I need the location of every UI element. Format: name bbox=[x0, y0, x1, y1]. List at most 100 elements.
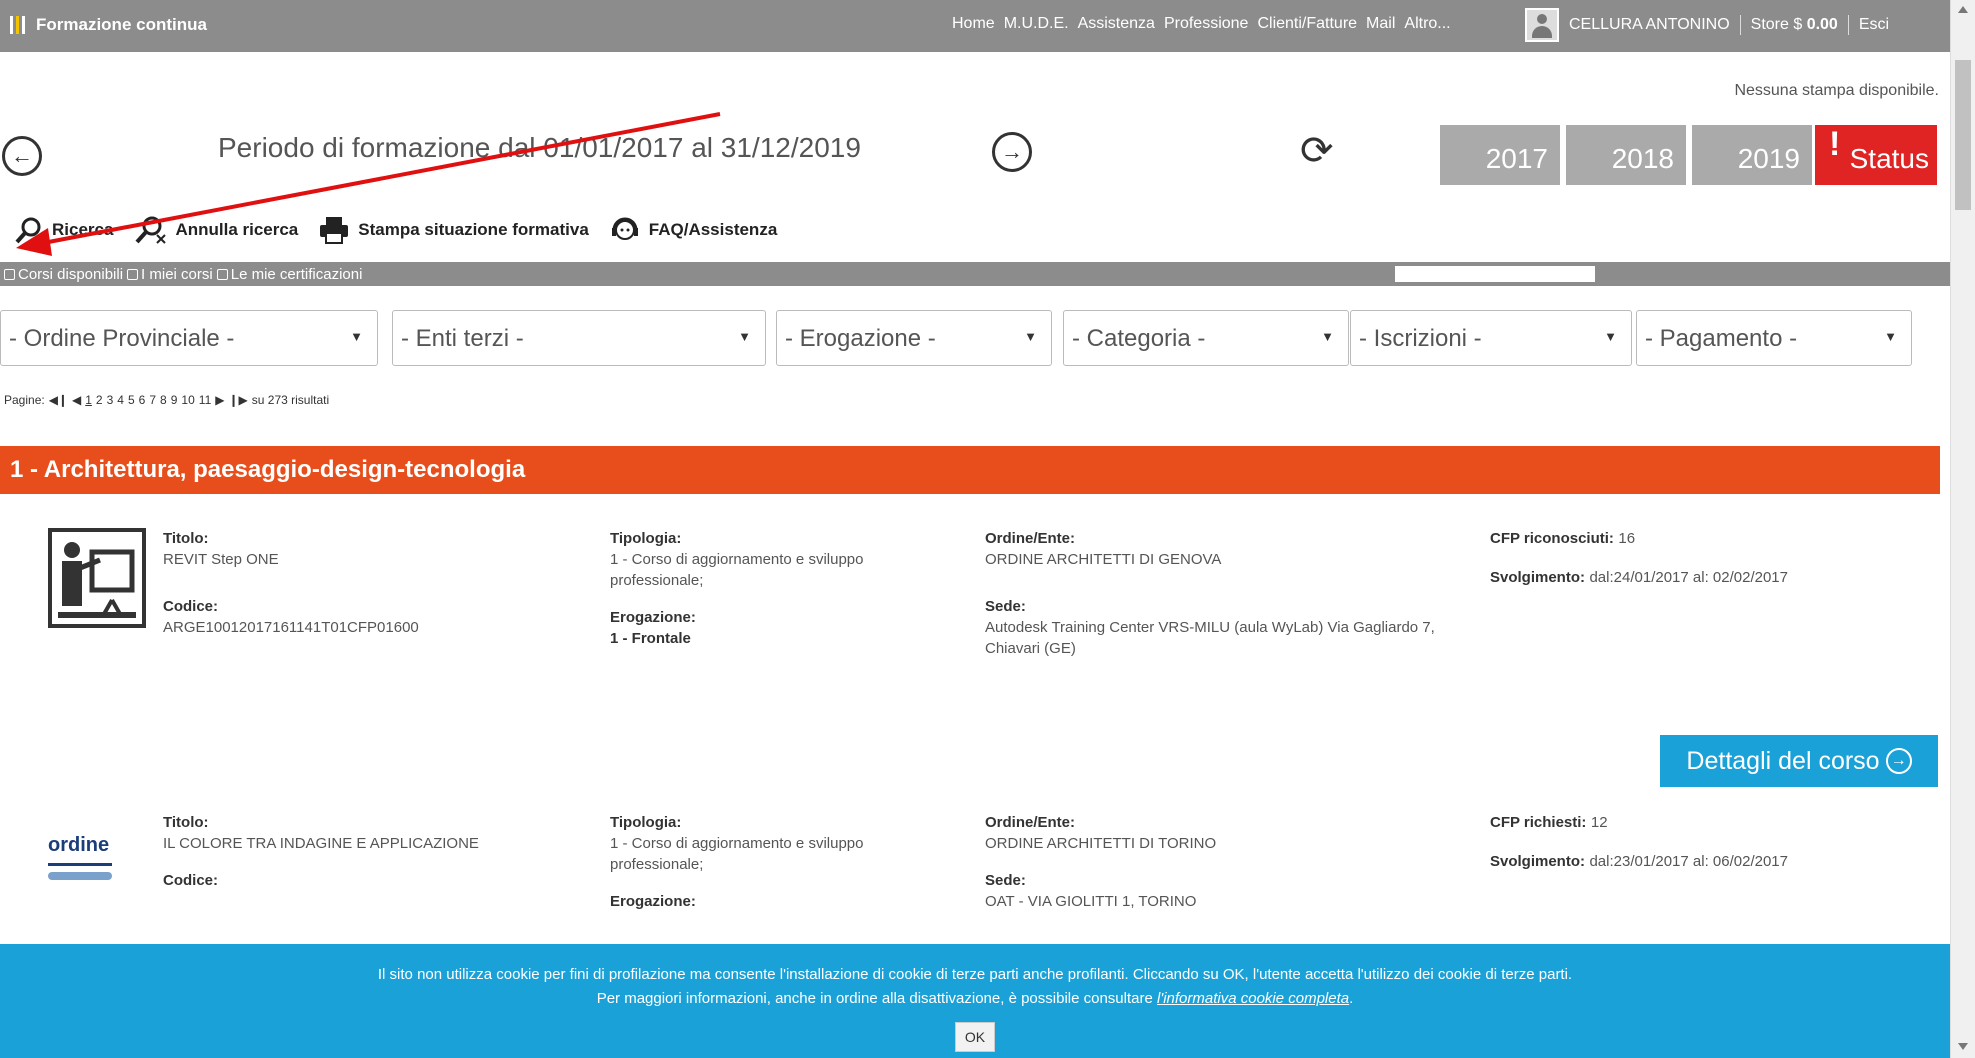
page-link[interactable]: 10 bbox=[181, 393, 194, 407]
app-title: Formazione continua bbox=[36, 15, 207, 34]
tab-mie-certificazioni[interactable]: Le mie certificazioni bbox=[213, 266, 362, 283]
filter-ordine-provinciale[interactable]: - Ordine Provinciale - ▼ bbox=[0, 310, 378, 366]
category-header: 1 - Architettura, paesaggio-design-tecno… bbox=[0, 446, 1940, 494]
tab-miei-corsi[interactable]: I miei corsi bbox=[123, 266, 213, 283]
pagination: Pagine: ◀❙ ◀ 1 2 3 4 5 6 7 8 9 10 11 ▶ ❙… bbox=[4, 393, 329, 407]
page-link[interactable]: 9 bbox=[171, 393, 178, 407]
course-col-type: Tipologia: 1 - Corso di aggiornamento e s… bbox=[610, 528, 940, 665]
course-organizer: ORDINE ARCHITETTI DI GENOVA bbox=[985, 551, 1222, 568]
course-cfp: 16 bbox=[1618, 530, 1636, 547]
nav-professione[interactable]: Professione bbox=[1164, 15, 1249, 33]
page-link[interactable]: 4 bbox=[117, 393, 124, 407]
year-button-2019[interactable]: 2019 bbox=[1692, 125, 1812, 185]
tab-icon bbox=[4, 268, 15, 280]
page-link[interactable]: 8 bbox=[160, 393, 167, 407]
nav-mude[interactable]: M.U.D.E. bbox=[1004, 15, 1069, 33]
app-logo-icon bbox=[10, 14, 28, 36]
course-title: IL COLORE TRA INDAGINE E APPLICAZIONE bbox=[163, 835, 479, 852]
refresh-icon[interactable]: ⟳ bbox=[1300, 128, 1334, 174]
status-label: Status bbox=[1849, 143, 1929, 174]
course-details-button[interactable]: Dettagli del corso → bbox=[1660, 735, 1938, 787]
page-link[interactable]: 6 bbox=[139, 393, 146, 407]
course-type: 1 - Corso di aggiornamento e sviluppo pr… bbox=[610, 551, 864, 589]
print-label: Stampa situazione formativa bbox=[358, 220, 589, 239]
course-organizer: ORDINE ARCHITETTI DI TORINO bbox=[985, 835, 1217, 852]
user-area: CELLURA ANTONINO Store $ 0.00 Esci bbox=[1525, 8, 1889, 42]
course-col-type: Tipologia: 1 - Corso di aggiornamento e s… bbox=[610, 812, 940, 928]
page-link[interactable]: 5 bbox=[128, 393, 135, 407]
user-name[interactable]: CELLURA ANTONINO bbox=[1569, 16, 1730, 34]
page-current[interactable]: 1 bbox=[85, 393, 92, 407]
cookie-text-2: Per maggiori informazioni, anche in ordi… bbox=[596, 990, 1354, 1007]
store-balance[interactable]: Store $ 0.00 bbox=[1751, 16, 1838, 34]
arrow-right-circle-icon: → bbox=[1885, 748, 1912, 774]
status-button[interactable]: ! Status bbox=[1815, 125, 1937, 185]
prev-page-icon[interactable]: ◀ bbox=[72, 393, 81, 407]
nav-mail[interactable]: Mail bbox=[1366, 15, 1395, 33]
cookie-text: Il sito non utilizza cookie per fini di … bbox=[377, 966, 1573, 983]
no-print-message: Nessuna stampa disponibile. bbox=[1734, 82, 1939, 99]
course-code: ARGE10012017161141T01CFP01600 bbox=[163, 619, 419, 636]
course-venue: Autodesk Training Center VRS-MILU (aula … bbox=[985, 619, 1435, 657]
cancel-search-button[interactable]: Annulla ricerca bbox=[133, 215, 298, 245]
period-title: Periodo di formazione dal 01/01/2017 al … bbox=[218, 132, 861, 163]
results-summary: su 273 risultati bbox=[251, 393, 330, 407]
cookie-ok-button[interactable]: OK bbox=[955, 1022, 995, 1052]
nav-assistenza[interactable]: Assistenza bbox=[1078, 15, 1155, 33]
nav-altro[interactable]: Altro... bbox=[1404, 15, 1450, 33]
logout-link[interactable]: Esci bbox=[1859, 16, 1889, 34]
last-page-icon[interactable]: ❙▶ bbox=[228, 393, 247, 407]
course-cfp: 12 bbox=[1590, 814, 1608, 831]
nav-home[interactable]: Home bbox=[952, 15, 995, 33]
brand[interactable]: Formazione continua bbox=[10, 14, 207, 36]
course-col-org: Ordine/Ente: ORDINE ARCHITETTI DI GENOVA … bbox=[985, 528, 1465, 675]
tab-corsi-disponibili[interactable]: Corsi disponibili bbox=[0, 266, 123, 283]
classroom-lecture-icon bbox=[48, 528, 146, 628]
prev-period-button[interactable]: ← bbox=[2, 136, 42, 176]
support-agent-icon bbox=[611, 217, 638, 240]
search-label: Ricerca bbox=[52, 220, 114, 239]
year-button-2018[interactable]: 2018 bbox=[1566, 125, 1686, 185]
dropdown-caret-icon: ▼ bbox=[350, 329, 363, 344]
next-page-icon[interactable]: ▶ bbox=[215, 393, 224, 407]
pager-label: Pagine: bbox=[4, 393, 45, 407]
filter-enti-terzi[interactable]: - Enti terzi - ▼ bbox=[392, 310, 766, 366]
scroll-thumb[interactable] bbox=[1955, 60, 1971, 210]
filter-pagamento[interactable]: - Pagamento - ▼ bbox=[1636, 310, 1912, 366]
course-dates: dal:24/01/2017 al: 02/02/2017 bbox=[1589, 569, 1788, 586]
printer-icon bbox=[320, 217, 349, 244]
next-period-button[interactable]: → bbox=[992, 132, 1032, 172]
search-button[interactable]: Ricerca bbox=[14, 215, 113, 245]
print-button[interactable]: Stampa situazione formativa bbox=[318, 215, 589, 245]
page-link[interactable]: 11 bbox=[199, 393, 211, 407]
user-avatar-icon[interactable] bbox=[1525, 8, 1559, 42]
year-button-2017[interactable]: 2017 bbox=[1440, 125, 1560, 185]
filter-erogazione[interactable]: - Erogazione - ▼ bbox=[776, 310, 1052, 366]
cancel-search-icon bbox=[135, 216, 167, 244]
course-col-title: Titolo: REVIT Step ONE Codice: ARGE1001201… bbox=[163, 530, 419, 636]
scroll-down-icon[interactable] bbox=[1958, 1043, 1968, 1050]
page-link[interactable]: 2 bbox=[96, 393, 103, 407]
page-link[interactable]: 3 bbox=[107, 393, 114, 407]
course-col-title: Titolo: IL COLORE TRA INDAGINE E APPLICAZ… bbox=[163, 814, 479, 889]
faq-button[interactable]: FAQ/Assistenza bbox=[609, 215, 777, 245]
dropdown-caret-icon: ▼ bbox=[1884, 329, 1897, 344]
dropdown-caret-icon: ▼ bbox=[1321, 329, 1334, 344]
course-dates: dal:23/01/2017 al: 06/02/2017 bbox=[1589, 853, 1788, 870]
page-scrollbar[interactable] bbox=[1950, 0, 1975, 1058]
tabs-search-field[interactable] bbox=[1395, 266, 1595, 282]
first-page-icon[interactable]: ◀❙ bbox=[49, 393, 68, 407]
nav-clienti-fatture[interactable]: Clienti/Fatture bbox=[1257, 15, 1357, 33]
cookie-policy-link[interactable]: l'informativa cookie completa bbox=[1157, 990, 1349, 1007]
top-bar: Formazione continua Home M.U.D.E. Assist… bbox=[0, 0, 1950, 52]
course-col-org: Ordine/Ente: ORDINE ARCHITETTI DI TORINO … bbox=[985, 812, 1465, 928]
scroll-up-icon[interactable] bbox=[1958, 6, 1968, 13]
tab-icon bbox=[216, 268, 228, 280]
cancel-search-label: Annulla ricerca bbox=[175, 220, 299, 239]
filter-categoria[interactable]: - Categoria - ▼ bbox=[1063, 310, 1349, 366]
filter-iscrizioni[interactable]: - Iscrizioni - ▼ bbox=[1350, 310, 1632, 366]
course-type: 1 - Corso di aggiornamento e sviluppo pr… bbox=[610, 835, 864, 873]
page-link[interactable]: 7 bbox=[149, 393, 156, 407]
divider bbox=[1847, 15, 1849, 35]
top-nav: Home M.U.D.E. Assistenza Professione Cli… bbox=[952, 15, 1451, 33]
